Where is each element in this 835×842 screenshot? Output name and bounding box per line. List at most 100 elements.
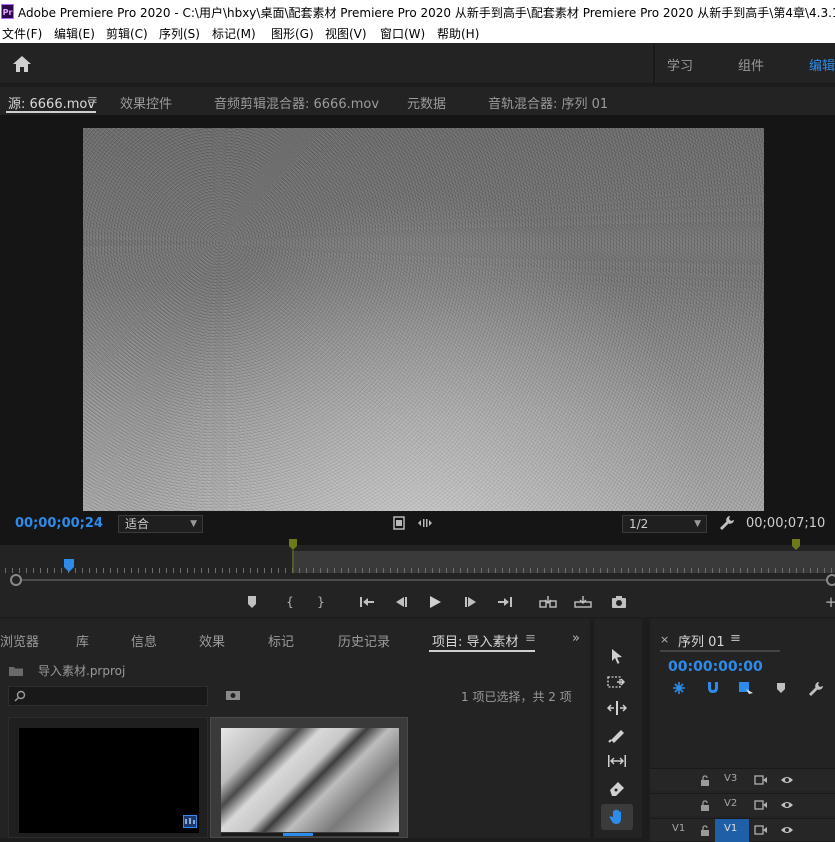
source-track-label[interactable]: V1 bbox=[672, 823, 685, 834]
tools-panel bbox=[594, 619, 642, 838]
tab-metadata[interactable]: 元数据 bbox=[407, 93, 446, 112]
workspace-assembly[interactable]: 组件 bbox=[738, 55, 764, 74]
current-timecode[interactable]: 00;00;00;24 bbox=[15, 516, 103, 531]
go-to-in-icon[interactable] bbox=[359, 596, 375, 608]
tab-libraries[interactable]: 库 bbox=[76, 631, 89, 650]
safe-margins-icon[interactable] bbox=[393, 516, 405, 530]
add-marker-icon[interactable] bbox=[246, 595, 258, 609]
menu-help[interactable]: 帮助(H) bbox=[437, 25, 479, 42]
step-forward-icon[interactable] bbox=[464, 596, 478, 608]
search-icon bbox=[14, 690, 26, 702]
hand-tool-button[interactable] bbox=[601, 804, 633, 830]
menu-file[interactable]: 文件(F) bbox=[2, 25, 42, 42]
insert-icon[interactable] bbox=[539, 595, 557, 609]
menu-graphics[interactable]: 图形(G) bbox=[271, 25, 314, 42]
mark-in-icon[interactable]: { bbox=[281, 594, 299, 610]
selection-tool-icon[interactable] bbox=[610, 648, 624, 664]
tab-audio-track-mixer[interactable]: 音轨混合器: 序列 01 bbox=[488, 93, 608, 112]
timeline-settings-wrench-icon[interactable] bbox=[808, 681, 824, 697]
sync-lock-icon[interactable] bbox=[754, 825, 768, 835]
play-icon[interactable] bbox=[428, 595, 442, 609]
eye-icon[interactable] bbox=[780, 825, 794, 835]
window-title-bar: Pr Adobe Premiere Pro 2020 - C:\用户\hbxy\… bbox=[0, 0, 835, 24]
clip-video-thumbnail bbox=[221, 728, 399, 832]
tab-menu-icon[interactable]: ≡ bbox=[87, 93, 98, 108]
selected-media-thumbnail-card[interactable] bbox=[210, 717, 408, 838]
tab-menu-icon[interactable]: ≡ bbox=[525, 631, 536, 646]
wrench-icon[interactable] bbox=[719, 515, 735, 531]
track-label: V3 bbox=[724, 773, 738, 784]
snap-icon[interactable] bbox=[706, 681, 720, 695]
add-marker-icon[interactable] bbox=[776, 682, 786, 694]
tab-media-browser[interactable]: 浏览器 bbox=[0, 631, 39, 650]
workspace-editing[interactable]: 编辑 bbox=[809, 55, 835, 74]
workspace-divider bbox=[653, 43, 655, 85]
pen-tool-icon[interactable] bbox=[608, 780, 626, 798]
track-row-v3[interactable]: V3 bbox=[650, 768, 835, 791]
more-panels-icon[interactable]: » bbox=[572, 631, 580, 646]
workspace-learn[interactable]: 学习 bbox=[667, 55, 693, 74]
search-input[interactable] bbox=[8, 686, 208, 706]
nest-icon[interactable] bbox=[672, 681, 686, 695]
zoom-right-handle[interactable] bbox=[826, 574, 835, 586]
menu-marker[interactable]: 标记(M) bbox=[212, 25, 256, 42]
sequence-timecode[interactable]: 00:00:00:00 bbox=[668, 659, 763, 675]
fit-dropdown[interactable]: 适合 ▼ bbox=[118, 515, 203, 533]
slip-tool-icon[interactable] bbox=[607, 754, 627, 768]
time-ruler[interactable] bbox=[0, 539, 835, 577]
menu-sequence[interactable]: 序列(S) bbox=[159, 25, 200, 42]
tab-menu-icon[interactable]: ≡ bbox=[730, 631, 741, 646]
add-button-icon[interactable]: + bbox=[822, 594, 835, 610]
mark-out-icon[interactable]: } bbox=[312, 594, 330, 610]
export-frame-icon[interactable] bbox=[611, 595, 627, 609]
tab-effects[interactable]: 效果 bbox=[199, 631, 225, 650]
step-back-icon[interactable] bbox=[394, 596, 408, 608]
zoom-left-handle[interactable] bbox=[10, 574, 22, 586]
ruler-ticks bbox=[5, 568, 835, 573]
go-to-out-icon[interactable] bbox=[497, 596, 513, 608]
tab-audio-clip-mixer[interactable]: 音频剪辑混合器: 6666.mov bbox=[214, 93, 379, 112]
menu-clip[interactable]: 剪辑(C) bbox=[106, 25, 148, 42]
in-point-marker-icon[interactable] bbox=[288, 539, 298, 573]
lock-icon[interactable] bbox=[700, 800, 710, 811]
tab-source[interactable]: 源: 6666.mov bbox=[8, 93, 95, 112]
tab-divider bbox=[660, 650, 780, 652]
insert-overlay-icon[interactable] bbox=[417, 518, 433, 528]
zoom-scrollbar[interactable] bbox=[22, 579, 827, 581]
tab-history[interactable]: 历史记录 bbox=[338, 631, 390, 650]
tab-sequence[interactable]: 序列 01 bbox=[678, 631, 725, 650]
track-select-tool-icon[interactable] bbox=[607, 675, 625, 689]
overwrite-icon[interactable] bbox=[574, 595, 592, 609]
playhead-icon[interactable] bbox=[63, 559, 75, 573]
close-icon[interactable]: × bbox=[660, 633, 669, 646]
black-video-thumbnail bbox=[19, 728, 199, 833]
razor-tool-icon[interactable] bbox=[608, 727, 626, 743]
tab-project[interactable]: 项目: 导入素材 bbox=[432, 631, 519, 650]
linked-selection-icon[interactable] bbox=[738, 681, 754, 695]
tab-effect-controls[interactable]: 效果控件 bbox=[120, 93, 172, 112]
eye-icon[interactable] bbox=[780, 775, 794, 785]
track-row-v2[interactable]: V2 bbox=[650, 793, 835, 816]
ripple-edit-tool-icon[interactable] bbox=[607, 701, 627, 715]
home-icon[interactable] bbox=[12, 55, 32, 73]
video-frame bbox=[83, 128, 764, 511]
active-tab-indicator bbox=[429, 650, 535, 652]
lock-icon[interactable] bbox=[700, 775, 710, 786]
resolution-dropdown-value: 1/2 bbox=[629, 517, 649, 531]
project-folder-icon bbox=[9, 667, 23, 676]
find-bin-icon[interactable] bbox=[225, 689, 241, 701]
tab-info[interactable]: 信息 bbox=[131, 631, 157, 650]
lock-icon[interactable] bbox=[700, 825, 710, 836]
menu-edit[interactable]: 编辑(E) bbox=[54, 25, 95, 42]
sync-lock-icon[interactable] bbox=[754, 800, 768, 810]
out-point-marker-icon[interactable] bbox=[791, 539, 801, 551]
resolution-dropdown[interactable]: 1/2 ▼ bbox=[622, 515, 707, 533]
menu-window[interactable]: 窗口(W) bbox=[380, 25, 425, 42]
sync-lock-icon[interactable] bbox=[754, 775, 768, 785]
tab-markers[interactable]: 标记 bbox=[268, 631, 294, 650]
eye-icon[interactable] bbox=[780, 800, 794, 810]
media-thumbnail-card[interactable] bbox=[8, 717, 208, 838]
menu-view[interactable]: 视图(V) bbox=[325, 25, 367, 42]
project-file-name: 导入素材.prproj bbox=[38, 664, 126, 678]
fit-dropdown-value: 适合 bbox=[125, 517, 150, 531]
